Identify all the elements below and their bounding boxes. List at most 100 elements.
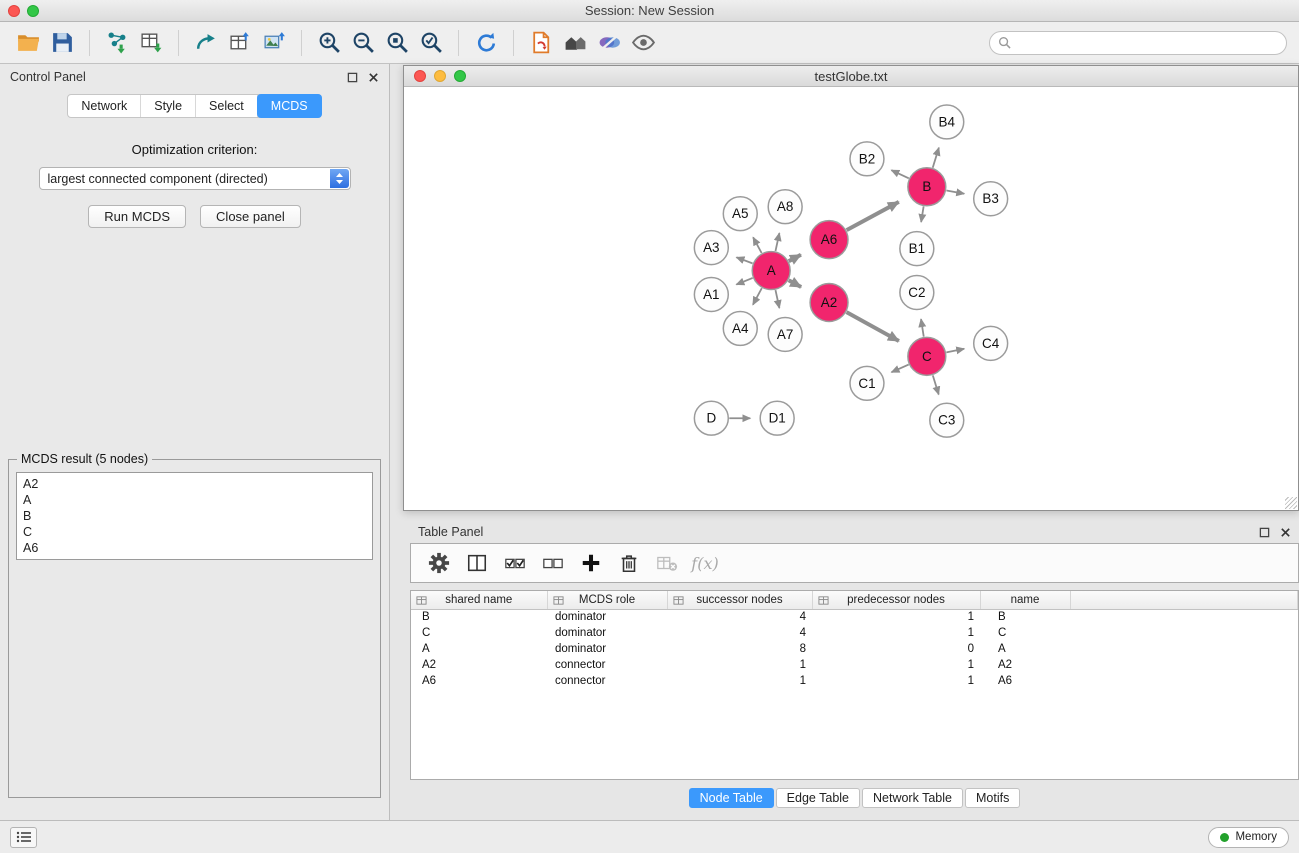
- graphics-details-button[interactable]: [593, 27, 625, 59]
- open-session-file-button[interactable]: [525, 27, 557, 59]
- graph-edge-A-A7[interactable]: [775, 290, 779, 308]
- table-row[interactable]: Cdominator41C: [411, 625, 1298, 641]
- column-header-name[interactable]: name: [980, 591, 1070, 609]
- network-canvas[interactable]: B4B2BB3A8A5A6A3B1AC2A1A2A4A7C4CC1DD1C3: [404, 87, 1298, 510]
- close-panel-button[interactable]: Close panel: [200, 205, 301, 228]
- tab-motifs[interactable]: Motifs: [965, 788, 1020, 808]
- column-header-mcds-role[interactable]: MCDS role: [547, 591, 667, 609]
- result-item[interactable]: B: [23, 508, 366, 524]
- export-table-button[interactable]: [224, 27, 256, 59]
- graph-edge-B-B4[interactable]: [933, 148, 939, 168]
- import-network-button[interactable]: [101, 27, 133, 59]
- table-settings-button[interactable]: [423, 548, 455, 578]
- graph-node-A4[interactable]: A4: [723, 311, 757, 345]
- table-row[interactable]: A2connector11A2: [411, 657, 1298, 673]
- close-panel-icon[interactable]: [368, 72, 379, 83]
- graph-node-B[interactable]: B: [908, 168, 946, 206]
- graph-edge-C-C1[interactable]: [892, 365, 909, 373]
- graph-node-A6[interactable]: A6: [810, 221, 848, 259]
- graph-node-A[interactable]: A: [752, 252, 790, 290]
- deselect-all-button[interactable]: [537, 548, 569, 578]
- graph-node-C1[interactable]: C1: [850, 366, 884, 400]
- add-row-button[interactable]: [575, 548, 607, 578]
- graph-node-A1[interactable]: A1: [694, 278, 728, 312]
- graph-edge-A-A4[interactable]: [753, 288, 762, 305]
- graph-node-B2[interactable]: B2: [850, 142, 884, 176]
- graph-edge-A2-C[interactable]: [847, 312, 899, 341]
- tab-network-table[interactable]: Network Table: [862, 788, 963, 808]
- column-header-successor-nodes[interactable]: successor nodes: [667, 591, 812, 609]
- float-panel-icon[interactable]: [347, 72, 358, 83]
- zoom-selected-button[interactable]: [415, 27, 447, 59]
- close-window-button[interactable]: [8, 5, 20, 17]
- graph-edge-A-A6[interactable]: [789, 255, 801, 261]
- network-minimize-button[interactable]: [434, 70, 446, 82]
- graph-node-A2[interactable]: A2: [810, 284, 848, 322]
- graph-edge-C-C2[interactable]: [921, 319, 924, 336]
- network-close-button[interactable]: [414, 70, 426, 82]
- column-header-predecessor-nodes[interactable]: predecessor nodes: [812, 591, 980, 609]
- graph-edge-A-A8[interactable]: [775, 233, 779, 251]
- graph-edge-C-C3[interactable]: [933, 375, 939, 394]
- delete-row-button[interactable]: [613, 548, 645, 578]
- zoom-fit-button[interactable]: [381, 27, 413, 59]
- tab-node-table[interactable]: Node Table: [689, 788, 774, 808]
- run-mcds-button[interactable]: Run MCDS: [88, 205, 186, 228]
- mcds-result-list[interactable]: A2 A B C A6: [16, 472, 373, 560]
- toggle-columns-button[interactable]: [461, 548, 493, 578]
- result-item[interactable]: A: [23, 492, 366, 508]
- tab-style[interactable]: Style: [141, 95, 196, 117]
- graph-edge-B-B2[interactable]: [891, 170, 908, 178]
- graph-edge-B-B3[interactable]: [946, 190, 964, 193]
- criterion-dropdown[interactable]: largest connected component (directed): [39, 167, 351, 190]
- graph-edge-A6-B[interactable]: [847, 202, 899, 230]
- graph-node-C4[interactable]: C4: [974, 326, 1008, 360]
- close-panel-icon[interactable]: [1280, 527, 1291, 538]
- graph-node-A5[interactable]: A5: [723, 197, 757, 231]
- export-image-button[interactable]: [258, 27, 290, 59]
- refresh-layout-button[interactable]: [470, 27, 502, 59]
- result-item[interactable]: C: [23, 524, 366, 540]
- graph-node-A7[interactable]: A7: [768, 317, 802, 351]
- graph-node-B1[interactable]: B1: [900, 232, 934, 266]
- result-item[interactable]: A6: [23, 540, 366, 556]
- graph-edge-A-A2[interactable]: [789, 280, 801, 287]
- network-zoom-button[interactable]: [454, 70, 466, 82]
- graph-node-C3[interactable]: C3: [930, 403, 964, 437]
- graph-edge-A-A5[interactable]: [753, 237, 761, 253]
- graph-node-B4[interactable]: B4: [930, 105, 964, 139]
- table-row[interactable]: A6connector11A6: [411, 673, 1298, 689]
- select-all-button[interactable]: [499, 548, 531, 578]
- graph-node-C2[interactable]: C2: [900, 276, 934, 310]
- save-session-button[interactable]: [46, 27, 78, 59]
- graph-edge-A-A1[interactable]: [736, 278, 752, 285]
- graph-node-A3[interactable]: A3: [694, 231, 728, 265]
- graph-node-D[interactable]: D: [694, 401, 728, 435]
- graph-edge-A-A3[interactable]: [736, 257, 752, 263]
- tab-select[interactable]: Select: [196, 95, 258, 117]
- tab-edge-table[interactable]: Edge Table: [776, 788, 860, 808]
- zoom-out-button[interactable]: [347, 27, 379, 59]
- graph-node-B3[interactable]: B3: [974, 182, 1008, 216]
- graph-node-A8[interactable]: A8: [768, 190, 802, 224]
- window-resize-grip[interactable]: [1285, 497, 1297, 509]
- show-panels-button[interactable]: [10, 827, 37, 848]
- tab-network[interactable]: Network: [68, 95, 141, 117]
- network-graph[interactable]: B4B2BB3A8A5A6A3B1AC2A1A2A4A7C4CC1DD1C3: [404, 87, 1298, 510]
- open-session-button[interactable]: [12, 27, 44, 59]
- zoom-window-button[interactable]: [27, 5, 39, 17]
- float-panel-icon[interactable]: [1259, 527, 1270, 538]
- table-row[interactable]: Bdominator41B: [411, 609, 1298, 625]
- graph-edge-C-C4[interactable]: [946, 349, 964, 353]
- tab-mcds[interactable]: MCDS: [257, 94, 322, 118]
- import-table-button[interactable]: [135, 27, 167, 59]
- graph-node-C[interactable]: C: [908, 337, 946, 375]
- column-header-shared-name[interactable]: shared name: [411, 591, 547, 609]
- network-window-titlebar[interactable]: testGlobe.txt: [404, 66, 1298, 87]
- table-row[interactable]: Adominator80A: [411, 641, 1298, 657]
- search-input[interactable]: [1016, 36, 1278, 50]
- export-network-button[interactable]: [190, 27, 222, 59]
- show-hide-graphics-button[interactable]: [627, 27, 659, 59]
- zoom-in-button[interactable]: [313, 27, 345, 59]
- cybrowser-home-button[interactable]: [559, 27, 591, 59]
